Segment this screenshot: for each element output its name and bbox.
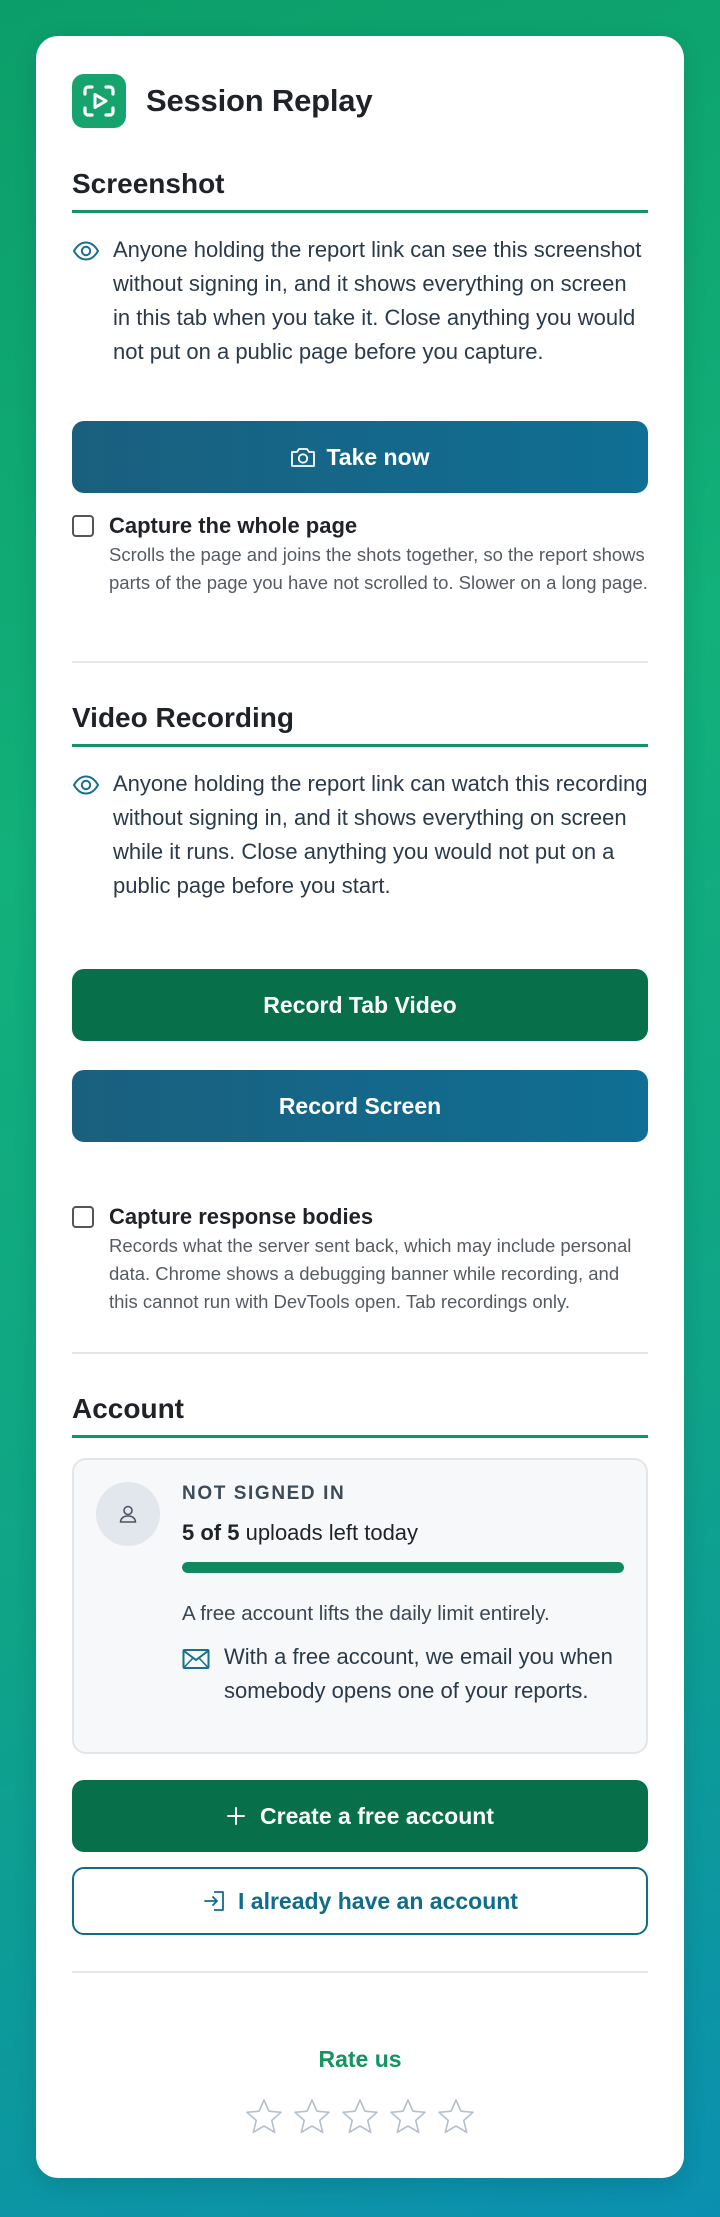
record-screen-button[interactable]: Record Screen bbox=[72, 1070, 648, 1142]
whole-page-description: Scrolls the page and joins the shots tog… bbox=[109, 544, 648, 593]
take-now-label: Take now bbox=[326, 443, 430, 470]
star-icon[interactable] bbox=[340, 2097, 380, 2137]
response-bodies-label[interactable]: Capture response bodies bbox=[109, 1203, 648, 1231]
star-icon[interactable] bbox=[244, 2097, 284, 2137]
app-header: Session Replay bbox=[72, 74, 648, 128]
video-notice-text: Anyone holding the report link can watch… bbox=[113, 771, 648, 898]
record-tab-video-button[interactable]: Record Tab Video bbox=[72, 969, 648, 1041]
sign-in-icon bbox=[202, 1890, 226, 1912]
screenshot-section-title: Screenshot bbox=[72, 168, 648, 213]
eye-icon bbox=[72, 775, 102, 800]
capture-logo-icon bbox=[83, 85, 115, 117]
popup-card: Session Replay Screenshot Anyone holding… bbox=[36, 36, 684, 2178]
response-bodies-option: Capture response bodies Records what the… bbox=[72, 1203, 648, 1316]
screenshot-notice-text: Anyone holding the report link can see t… bbox=[113, 237, 642, 364]
whole-page-text: Capture the whole page Scrolls the page … bbox=[109, 512, 648, 597]
uploads-suffix: uploads left today bbox=[239, 1520, 419, 1545]
section-divider bbox=[72, 661, 648, 663]
account-status-label: NOT SIGNED IN bbox=[182, 1483, 346, 1504]
avatar bbox=[96, 1482, 160, 1546]
whole-page-option: Capture the whole page Scrolls the page … bbox=[72, 512, 648, 597]
screenshot-privacy-notice: Anyone holding the report link can see t… bbox=[72, 233, 648, 369]
email-notice-text: With a free account, we email you when s… bbox=[224, 1644, 613, 1703]
uploads-progress-fill bbox=[182, 1562, 624, 1573]
limit-note: A free account lifts the daily limit ent… bbox=[182, 1602, 550, 1625]
account-section-title: Account bbox=[72, 1393, 648, 1438]
star-icon[interactable] bbox=[292, 2097, 332, 2137]
whole-page-label[interactable]: Capture the whole page bbox=[109, 512, 648, 540]
rate-us-title: Rate us bbox=[318, 2046, 402, 2072]
uploads-count: 5 of 5 bbox=[182, 1520, 240, 1545]
envelope-icon bbox=[182, 1648, 210, 1675]
app-logo bbox=[72, 74, 126, 128]
plus-icon bbox=[226, 1806, 246, 1826]
user-icon bbox=[119, 1505, 137, 1523]
rating-stars bbox=[72, 2097, 648, 2137]
video-privacy-notice: Anyone holding the report link can watch… bbox=[72, 767, 648, 903]
account-status-box: NOT SIGNED IN 5 of 5 uploads left today … bbox=[72, 1458, 648, 1754]
sign-in-label: I already have an account bbox=[238, 1887, 518, 1914]
section-divider bbox=[72, 1352, 648, 1354]
section-divider bbox=[72, 1971, 648, 1973]
video-section-title: Video Recording bbox=[72, 702, 648, 747]
email-notice: With a free account, we email you when s… bbox=[182, 1640, 624, 1708]
response-bodies-text: Capture response bodies Records what the… bbox=[109, 1203, 648, 1316]
app-title: Session Replay bbox=[146, 83, 373, 118]
take-now-button[interactable]: Take now bbox=[72, 421, 648, 493]
create-account-label: Create a free account bbox=[260, 1802, 494, 1829]
star-icon[interactable] bbox=[388, 2097, 428, 2137]
response-bodies-description: Records what the server sent back, which… bbox=[109, 1235, 632, 1312]
camera-icon bbox=[290, 446, 316, 468]
whole-page-checkbox[interactable] bbox=[72, 515, 94, 537]
sign-in-button[interactable]: I already have an account bbox=[72, 1867, 648, 1935]
create-account-button[interactable]: Create a free account bbox=[72, 1780, 648, 1852]
uploads-remaining: 5 of 5 uploads left today bbox=[182, 1520, 418, 1546]
uploads-progress-bar bbox=[182, 1562, 624, 1573]
eye-icon bbox=[72, 241, 102, 266]
response-bodies-checkbox[interactable] bbox=[72, 1206, 94, 1228]
star-icon[interactable] bbox=[436, 2097, 476, 2137]
